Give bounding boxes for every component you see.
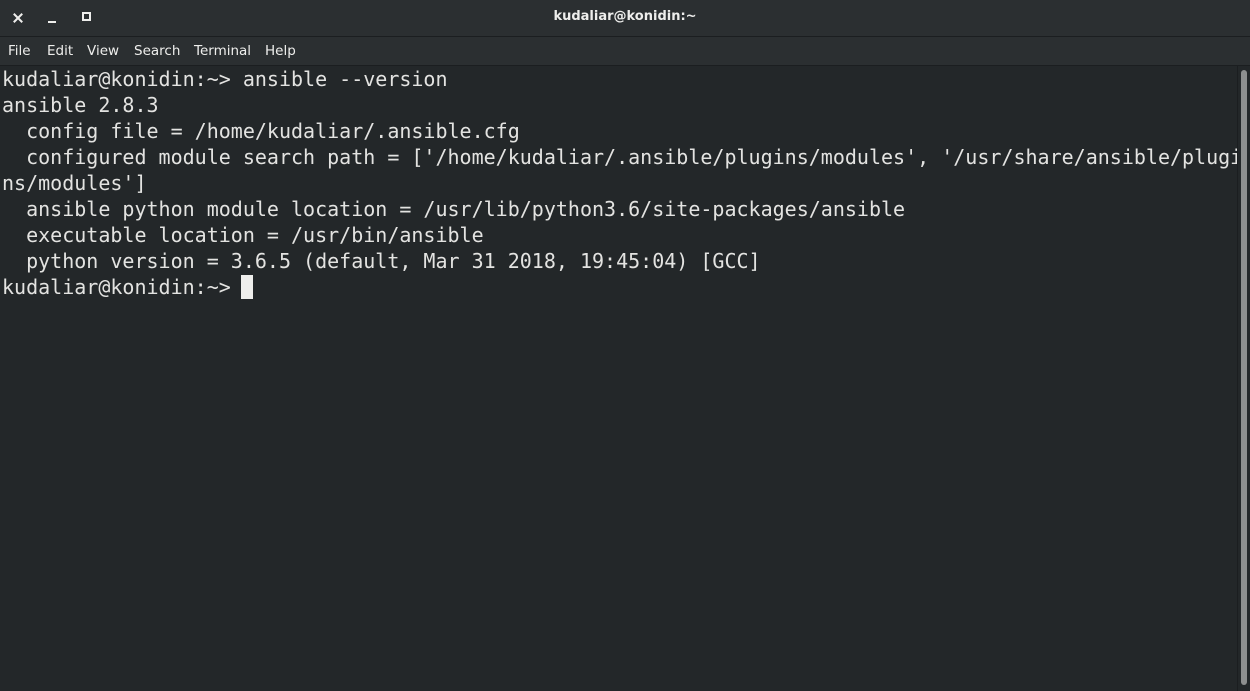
terminal-line: ansible 2.8.3 bbox=[2, 93, 159, 117]
menu-edit[interactable]: Edit bbox=[47, 43, 73, 59]
window-title: kudaliar@konidin:~ bbox=[553, 9, 697, 24]
terminal-line: config file = /home/kudaliar/.ansible.cf… bbox=[2, 119, 520, 143]
title-bar[interactable]: kudaliar@konidin:~ bbox=[0, 0, 1250, 37]
menu-help[interactable]: Help bbox=[265, 43, 296, 59]
terminal-line: kudaliar@konidin:~> ansible --version bbox=[2, 67, 448, 91]
menu-view[interactable]: View bbox=[87, 43, 119, 59]
menu-file[interactable]: File bbox=[8, 43, 31, 59]
terminal-output[interactable]: kudaliar@konidin:~> ansible --version an… bbox=[0, 66, 1238, 691]
terminal-window: kudaliar@konidin:~ File Edit View Search… bbox=[0, 0, 1250, 691]
terminal-line: configured module search path = ['/home/… bbox=[2, 145, 1238, 169]
terminal-line: executable location = /usr/bin/ansible bbox=[2, 223, 484, 247]
terminal-line: ns/modules'] bbox=[2, 171, 147, 195]
menu-search[interactable]: Search bbox=[134, 43, 180, 59]
terminal-prompt: kudaliar@konidin:~> bbox=[2, 275, 243, 299]
terminal-line: ansible python module location = /usr/li… bbox=[2, 197, 906, 221]
text-cursor bbox=[241, 275, 253, 299]
terminal-line: python version = 3.6.5 (default, Mar 31 … bbox=[2, 249, 761, 273]
scrollbar[interactable] bbox=[1237, 66, 1250, 691]
scrollbar-thumb[interactable] bbox=[1241, 70, 1247, 685]
menu-terminal[interactable]: Terminal bbox=[194, 43, 251, 59]
menu-bar: File Edit View Search Terminal Help bbox=[0, 37, 1250, 66]
